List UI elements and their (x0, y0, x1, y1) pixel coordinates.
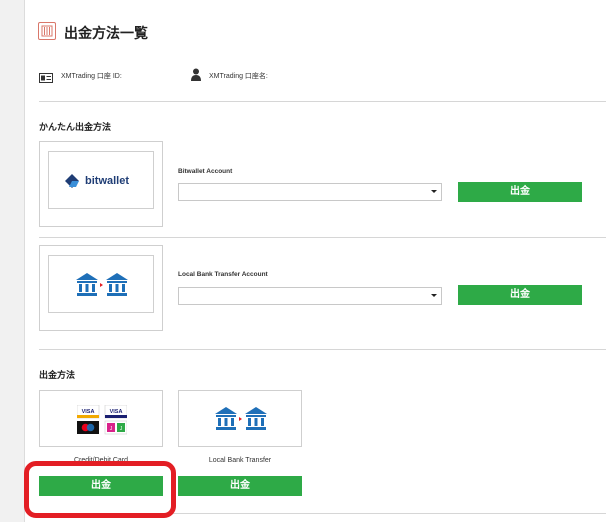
local-bank-logo-frame (48, 255, 154, 313)
id-card-icon (39, 70, 53, 88)
highlight-annotation (24, 461, 176, 518)
bitwallet-logo-frame: bitwallet (48, 151, 154, 209)
local-bank-transfer-withdraw-button[interactable]: 出金 (178, 476, 302, 496)
bank-transfer-icon (76, 273, 128, 302)
account-id-label: XMTrading 口座 ID: (61, 73, 122, 80)
local-bank-account-select[interactable] (178, 287, 442, 305)
chevron-down-icon (431, 190, 437, 193)
local-bank-transfer-card[interactable] (178, 390, 302, 447)
divider (39, 237, 606, 238)
local-bank-logo-card (39, 245, 163, 331)
easy-section-title: かんたん出金方法 (39, 122, 112, 132)
local-bank-transfer-caption: Local Bank Transfer (208, 457, 272, 464)
bitwallet-account-label: Bitwallet Account (178, 168, 233, 175)
bitwallet-account-select[interactable] (178, 183, 442, 201)
user-icon (191, 68, 201, 86)
bank-transfer-icon (215, 407, 267, 436)
bitwallet-logo-card: bitwallet (39, 141, 163, 227)
methods-section-title: 出金方法 (39, 370, 76, 380)
bitwallet-withdraw-button[interactable]: 出金 (458, 182, 582, 202)
divider (39, 101, 606, 102)
account-name-label: XMTrading 口座名: (209, 73, 268, 80)
page-title: 出金方法一覧 (64, 25, 148, 41)
credit-card-logo-card[interactable]: VISA VISA J J (39, 390, 163, 447)
svg-text:VISA: VISA (110, 409, 123, 415)
divider (39, 349, 606, 350)
bitwallet-logo-text: bitwallet (85, 175, 130, 187)
local-bank-withdraw-button[interactable]: 出金 (458, 285, 582, 305)
bitwallet-logo-icon (65, 174, 81, 193)
svg-text:VISA: VISA (82, 409, 95, 415)
local-bank-account-label: Local Bank Transfer Account (178, 271, 268, 278)
withdrawal-list-icon (38, 22, 56, 40)
card-brands-icon: VISA VISA J J (76, 404, 128, 440)
withdrawal-panel: 出金方法一覧 XMTrading 口座 ID: XMTrading 口座名: か… (24, 0, 616, 522)
chevron-down-icon (431, 294, 437, 297)
